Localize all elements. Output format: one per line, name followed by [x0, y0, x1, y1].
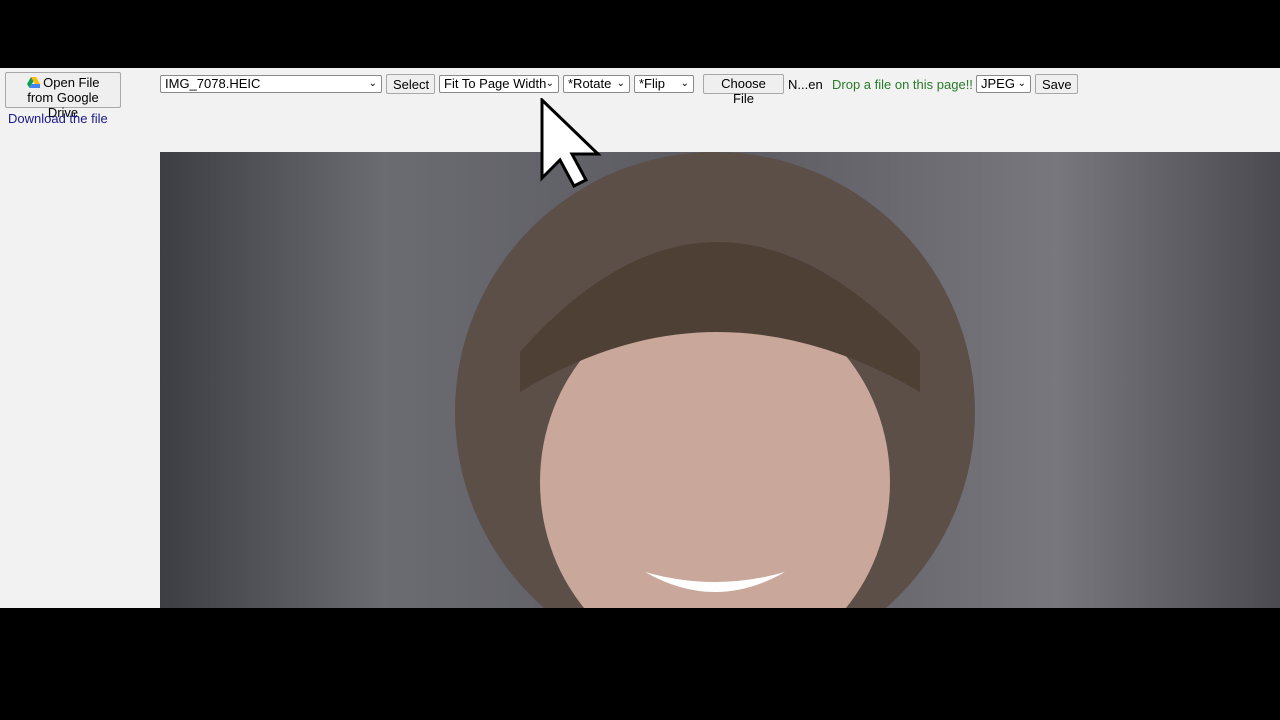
- page: Open File from Google Drive Download the…: [0, 68, 1280, 608]
- format-select-value: JPEG: [981, 76, 1015, 91]
- chevron-down-icon: ⌄: [680, 78, 689, 89]
- format-select[interactable]: JPEG ⌄: [976, 75, 1031, 93]
- file-select-value: IMG_7078.HEIC: [165, 76, 261, 91]
- file-status: N...en: [788, 77, 823, 92]
- google-drive-icon: [26, 77, 40, 88]
- open-google-drive-button[interactable]: Open File from Google Drive: [5, 72, 121, 120]
- google-drive-label-1: Open File: [43, 75, 100, 90]
- chevron-down-icon: ⌄: [368, 78, 377, 89]
- zoom-select[interactable]: Fit To Page Width ⌄: [439, 75, 559, 93]
- photo-placeholder: [455, 152, 975, 608]
- flip-select[interactable]: *Flip ⌄: [634, 75, 694, 93]
- rotate-select[interactable]: *Rotate ⌄: [563, 75, 630, 93]
- chevron-down-icon: ⌄: [545, 78, 554, 89]
- choose-file-button[interactable]: Choose File: [703, 74, 784, 106]
- file-select[interactable]: IMG_7078.HEIC ⌄: [160, 75, 382, 93]
- chevron-down-icon: ⌄: [1017, 78, 1026, 89]
- chevron-down-icon: ⌄: [616, 78, 625, 89]
- image-preview: [160, 152, 1280, 608]
- mouse-cursor-icon: [540, 98, 602, 188]
- flip-select-value: *Flip: [639, 76, 666, 91]
- drop-hint: Drop a file on this page!!: [832, 77, 973, 92]
- save-button[interactable]: Save: [1035, 74, 1078, 94]
- zoom-select-value: Fit To Page Width: [444, 76, 547, 91]
- select-button[interactable]: Select: [386, 74, 435, 94]
- download-link[interactable]: Download the file: [8, 111, 108, 126]
- rotate-select-value: *Rotate: [568, 76, 612, 91]
